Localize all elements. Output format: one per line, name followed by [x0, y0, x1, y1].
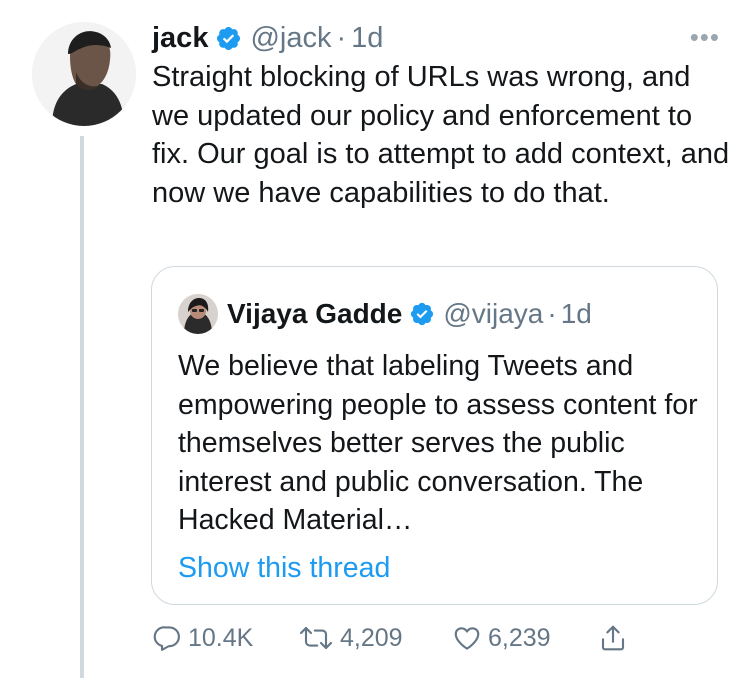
separator-dot: ·	[547, 298, 557, 329]
tweet-text: Straight blocking of URLs was wrong, and…	[152, 61, 730, 209]
verified-badge-icon	[217, 26, 241, 50]
share-button[interactable]	[598, 623, 628, 653]
quoted-author-name[interactable]: Vijaya Gadde	[227, 298, 402, 330]
like-count: 6,239	[488, 623, 551, 652]
author-avatar[interactable]	[32, 22, 136, 126]
more-horizontal-icon[interactable]: •••	[690, 24, 720, 50]
tweet-actions: 10.4K 4,209 6,239	[152, 620, 628, 656]
separator-dot: ·	[336, 21, 347, 54]
tweet-header: jack @jack · 1d	[152, 18, 383, 58]
author-handle[interactable]: @jack	[250, 22, 331, 55]
quoted-author-handle[interactable]: @vijaya	[443, 298, 543, 330]
tweet-timestamp[interactable]: 1d	[351, 22, 383, 55]
quoted-author-avatar[interactable]	[178, 294, 218, 334]
retweet-count: 4,209	[340, 623, 403, 652]
heart-icon	[454, 627, 480, 650]
thread-line	[80, 136, 84, 678]
author-name[interactable]: jack	[152, 22, 208, 55]
show-thread-link[interactable]: Show this thread	[178, 552, 390, 585]
quoted-tweet-card[interactable]: Vijaya Gadde @vijaya · 1d We believe tha…	[151, 266, 718, 605]
like-button[interactable]: 6,239	[452, 623, 598, 653]
tweet: jack @jack · 1d ••• Straight blocking of…	[0, 0, 750, 678]
verified-badge-icon	[411, 302, 434, 326]
reply-count: 10.4K	[188, 623, 254, 652]
quoted-tweet-timestamp[interactable]: 1d	[561, 298, 592, 330]
quoted-tweet-text: We believe that labeling Tweets and empo…	[178, 350, 698, 536]
retweet-button[interactable]: 4,209	[298, 623, 452, 653]
reply-icon	[153, 626, 180, 651]
quoted-tweet-header: Vijaya Gadde @vijaya · 1d	[178, 293, 592, 335]
share-icon	[601, 625, 625, 651]
retweet-icon	[299, 626, 333, 650]
reply-button[interactable]: 10.4K	[152, 623, 298, 653]
